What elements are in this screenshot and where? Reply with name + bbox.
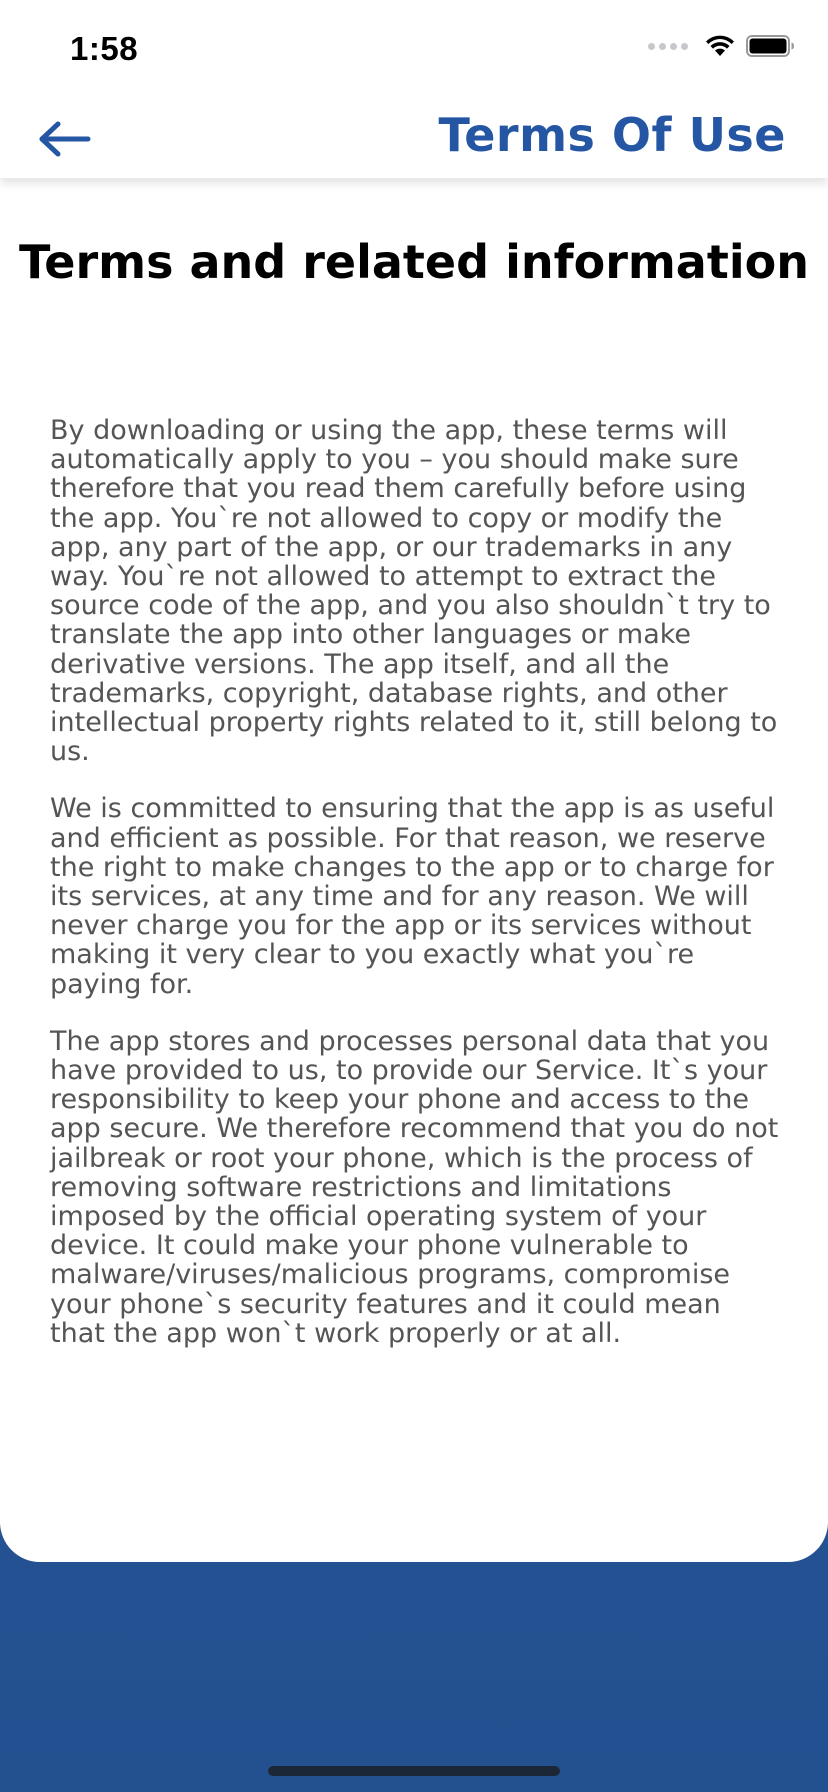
status-time: 1:58 xyxy=(70,30,139,67)
arrow-left-icon xyxy=(39,121,91,157)
terms-heading: Terms and related information xyxy=(19,235,809,289)
page-title: Terms Of Use xyxy=(438,108,786,162)
terms-paragraph: The app stores and processes personal da… xyxy=(50,1025,779,1349)
home-indicator[interactable] xyxy=(268,1766,560,1776)
battery-icon xyxy=(746,35,794,57)
terms-paragraph: By downloading or using the app, these t… xyxy=(50,415,778,768)
back-button[interactable] xyxy=(36,114,96,164)
terms-paragraph: We is committed to ensuring that the app… xyxy=(50,793,775,1000)
status-icons xyxy=(648,34,796,58)
cellular-signal-icon xyxy=(648,42,688,50)
navigation-bar: Terms Of Use xyxy=(0,100,828,178)
terms-body: By downloading or using the app, these t… xyxy=(50,416,780,1376)
status-bar: 1:58 xyxy=(0,0,828,100)
wifi-icon xyxy=(706,35,734,56)
